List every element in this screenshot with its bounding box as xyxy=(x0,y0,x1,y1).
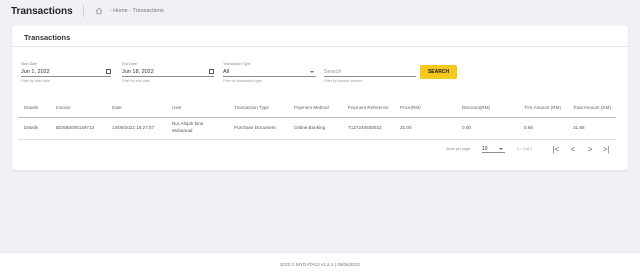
payment-reference-cell: T127240500022 xyxy=(348,125,382,130)
page-size-select[interactable]: 10 xyxy=(482,145,505,153)
title-divider xyxy=(82,5,84,17)
col-tax: TAX Amount (RM) xyxy=(524,105,561,110)
footer: 2022 © MYDATA13 v1.2.1 | 09/06/2022 xyxy=(0,252,640,275)
transaction-type-value: All xyxy=(223,68,230,75)
details-link[interactable]: Details xyxy=(24,125,38,130)
header-divider xyxy=(18,117,616,118)
date-cell: 14/06/2022 16:27:57 xyxy=(112,125,155,130)
table-row: Details BDSB0006149713 14/06/2022 16:27:… xyxy=(12,120,628,138)
col-transaction-type: Transaction Type xyxy=(234,105,269,110)
col-invoice: Invoice xyxy=(56,105,71,110)
transaction-type-hint: Filter by transaction type xyxy=(223,79,263,83)
total-cell: 31.66 xyxy=(573,125,585,130)
col-discount: Discount(RM) xyxy=(462,105,491,110)
calendar-icon[interactable] xyxy=(209,69,214,74)
table-header: Details Invoice Date User Transaction Ty… xyxy=(12,105,628,115)
home-icon[interactable] xyxy=(92,4,106,18)
end-date-field[interactable]: End Date Jun 18, 2022 Filter by end date xyxy=(122,62,214,83)
discount-cell: 0.00 xyxy=(462,125,471,130)
price-cell: 31.00 xyxy=(400,125,412,130)
transaction-type-field[interactable]: Transaction Type All Filter by transacti… xyxy=(223,62,316,83)
search-placeholder: Search xyxy=(324,68,342,75)
page-title: Transactions xyxy=(11,5,73,17)
start-date-input[interactable]: Jun 1, 2022 xyxy=(21,67,111,77)
end-date-value: Jun 18, 2022 xyxy=(122,68,154,75)
col-total: Total Amount (RM) xyxy=(573,105,612,110)
prev-page-icon[interactable]: < xyxy=(568,144,578,154)
col-details: Details xyxy=(24,105,39,110)
footer-text: 2022 © MYDATA13 v1.2.1 | 09/06/2022 xyxy=(279,261,361,267)
search-hint: Filter by invoice number xyxy=(324,79,363,83)
next-page-icon[interactable]: > xyxy=(585,144,595,154)
calendar-icon[interactable] xyxy=(106,69,111,74)
end-date-hint: Filter by end date xyxy=(122,79,150,83)
first-page-icon[interactable]: |< xyxy=(551,144,561,154)
col-price: Price(RM) xyxy=(400,105,421,110)
tax-cell: 0.66 xyxy=(524,125,533,130)
col-payment-reference: Payment Reference xyxy=(348,105,389,110)
page-size-value: 10 xyxy=(482,145,488,152)
card-divider xyxy=(12,46,628,47)
end-date-input[interactable]: Jun 18, 2022 xyxy=(122,67,214,77)
caret-down-icon[interactable] xyxy=(310,70,314,73)
search-button[interactable]: SEARCH xyxy=(420,65,457,79)
col-user: User xyxy=(172,105,182,110)
row-divider xyxy=(18,139,616,140)
user-cell: Nur Afiqah binti Mohamad xyxy=(172,121,204,133)
payment-method-cell: Online Banking xyxy=(294,125,326,130)
search-field[interactable]: Search Filter by invoice number xyxy=(324,62,416,83)
col-date: Date xyxy=(112,105,122,110)
page-range-label: 1 – 1 of 1 xyxy=(517,147,532,151)
start-date-field[interactable]: Start Date Jun 1, 2022 Filter by start d… xyxy=(21,62,111,83)
caret-down-icon[interactable] xyxy=(499,147,503,150)
transaction-type-select[interactable]: All xyxy=(223,67,316,77)
transactions-card: Transactions Start Date Jun 1, 2022 Filt… xyxy=(12,26,628,170)
transaction-type-cell: Purchase Document xyxy=(234,125,276,130)
invoice-cell: BDSB0006149713 xyxy=(56,125,95,130)
breadcrumb[interactable]: - Home - Transactions xyxy=(110,8,164,14)
start-date-value: Jun 1, 2022 xyxy=(21,68,50,75)
last-page-icon[interactable]: >| xyxy=(601,144,611,154)
search-input[interactable]: Search xyxy=(324,67,416,77)
card-title: Transactions xyxy=(24,33,71,42)
start-date-hint: Filter by start date xyxy=(21,79,50,83)
top-bar: Transactions - Home - Transactions xyxy=(0,0,640,22)
items-per-page-label: Items per page: xyxy=(446,147,471,151)
col-payment-method: Payment Method xyxy=(294,105,329,110)
paginator: Items per page: 10 1 – 1 of 1 |< < > >| xyxy=(12,144,628,156)
